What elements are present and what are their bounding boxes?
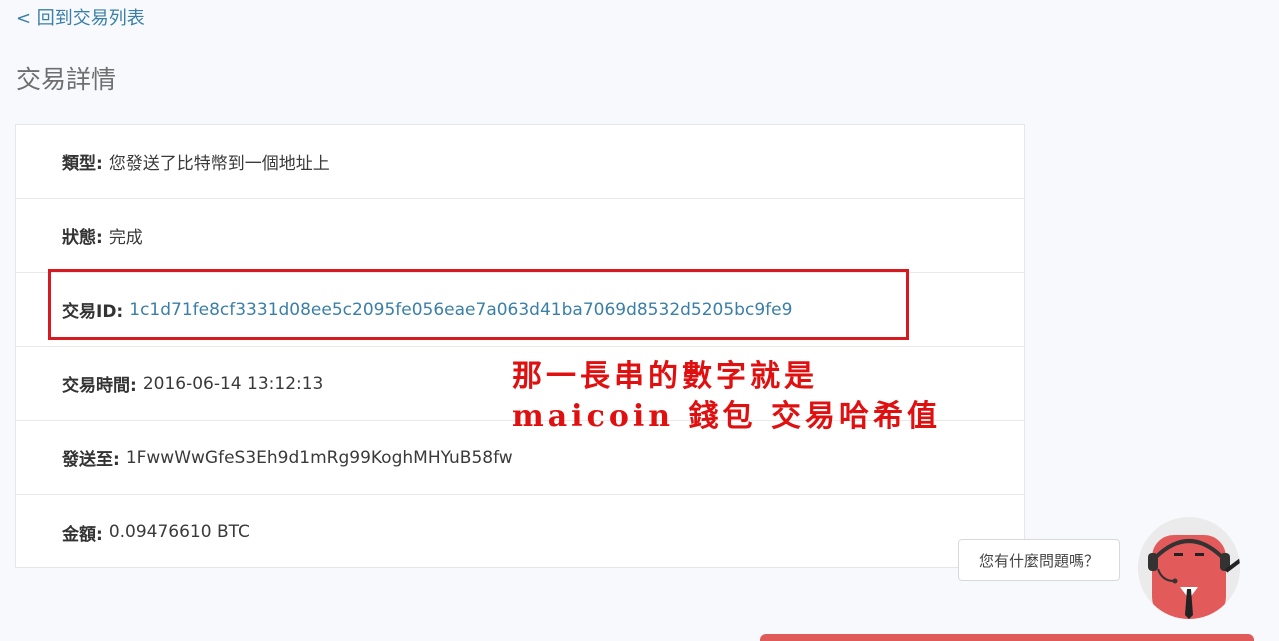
amount-label: 金額: xyxy=(62,524,103,545)
type-value: 您發送了比特幣到一個地址上 xyxy=(108,154,330,174)
back-to-transactions-link[interactable]: < 回到交易列表 xyxy=(16,4,145,30)
annotation-line-2: maicoin 錢包 交易哈希值 xyxy=(512,399,941,434)
status-label: 狀態: xyxy=(62,228,103,248)
annotation-line-1: 那一長串的數字就是 xyxy=(512,359,818,394)
transaction-id-link[interactable]: 1c1d71fe8cf3331d08ee5c2095fe056eae7a063d… xyxy=(129,300,792,320)
amount-value: 0.09476610 BTC xyxy=(108,522,250,542)
detail-row-status: 狀態: 完成 xyxy=(16,199,1024,273)
transaction-detail-page: < 回到交易列表 交易詳情 類型: 您發送了比特幣到一個地址上 狀態: 完成 交… xyxy=(0,0,1279,641)
page-title: 交易詳情 xyxy=(16,65,117,94)
time-label: 交易時間: xyxy=(62,376,137,396)
chat-prompt-bubble[interactable]: 您有什麼問題嗎？ xyxy=(958,539,1120,581)
detail-row-type: 類型: 您發送了比特幣到一個地址上 xyxy=(16,125,1024,199)
recipient-address: 1FwwWwGfeS3Eh9d1mRg99KoghMHYuB58fw xyxy=(125,447,513,468)
type-label: 類型: xyxy=(62,154,103,174)
time-value: 2016-06-14 13:12:13 xyxy=(142,373,324,394)
support-agent-icon-graphic xyxy=(1138,517,1240,619)
status-value: 完成 xyxy=(108,228,143,248)
transaction-detail-card: 類型: 您發送了比特幣到一個地址上 狀態: 完成 交易ID: 1c1d71fe8… xyxy=(15,124,1025,568)
support-agent-icon[interactable] xyxy=(1138,517,1240,619)
transaction-id-label: 交易ID: xyxy=(62,302,124,322)
recipient-label: 發送至: xyxy=(62,450,120,470)
bottom-action-bar[interactable] xyxy=(760,634,1254,641)
detail-row-transaction-id: 交易ID: 1c1d71fe8cf3331d08ee5c2095fe056eae… xyxy=(16,273,1024,347)
detail-row-amount: 金額: 0.09476610 BTC xyxy=(16,495,1024,569)
annotation-text: 那一長串的數字就是 maicoin 錢包 交易哈希值 xyxy=(512,357,941,437)
